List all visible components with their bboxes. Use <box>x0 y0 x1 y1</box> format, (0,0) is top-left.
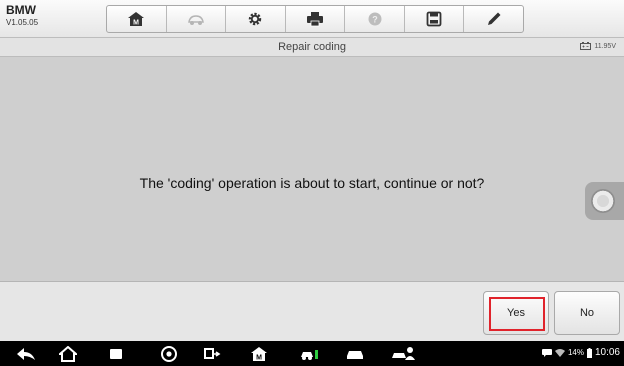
chrome-icon <box>161 345 177 362</box>
vehicle-shortcut[interactable] <box>346 345 364 362</box>
title-bar: Repair coding 11.95V <box>0 38 624 57</box>
svg-text:M: M <box>133 20 139 27</box>
system-nav-bar: M 14% 10:06 <box>0 341 624 366</box>
brand-block: BMW V1.05.05 <box>6 4 38 29</box>
no-button[interactable]: No <box>554 291 620 335</box>
vehicle-swap-icon <box>187 15 204 25</box>
service-shortcut[interactable] <box>300 345 320 362</box>
save-button[interactable] <box>405 6 465 32</box>
help-button[interactable]: ? <box>345 6 405 32</box>
vci-shortcut[interactable] <box>202 345 222 362</box>
toolbar: M ? <box>106 5 524 33</box>
status-tray: 14% 10:06 <box>541 347 620 358</box>
remote-support-icon <box>392 346 415 360</box>
battery-voltage-icon <box>580 42 592 50</box>
software-version: V1.05.05 <box>6 18 39 27</box>
main-content: The 'coding' operation is about to start… <box>0 57 624 281</box>
home-button[interactable]: M <box>107 6 167 32</box>
print-button[interactable] <box>286 6 346 32</box>
top-bar: BMW V1.05.05 M ? <box>0 0 624 38</box>
back-button[interactable] <box>16 345 36 362</box>
vehicle-battery-indicator: 11.95V <box>580 42 616 50</box>
page-title: Repair coding <box>278 41 346 53</box>
home-icon: M <box>128 12 145 27</box>
battery-percent: 14% <box>567 348 584 357</box>
browser-shortcut[interactable] <box>161 345 177 362</box>
settings-button[interactable] <box>226 6 286 32</box>
print-icon <box>307 12 324 27</box>
car-icon <box>347 350 363 359</box>
vci-connect-icon <box>204 347 221 359</box>
back-arrow-icon <box>17 347 35 360</box>
recent-apps-button[interactable] <box>109 345 123 362</box>
svg-text:?: ? <box>372 15 378 25</box>
android-home-button[interactable] <box>59 345 77 362</box>
remote-support-shortcut[interactable] <box>391 345 415 362</box>
vehicle-swap-button[interactable] <box>167 6 227 32</box>
diagnosis-home-icon: M <box>251 346 267 361</box>
wifi-icon <box>554 348 565 357</box>
yes-button[interactable]: Yes <box>483 291 549 335</box>
android-home-icon <box>59 345 77 362</box>
clock: 10:06 <box>594 347 620 358</box>
save-icon <box>426 11 442 27</box>
action-bar: Yes No <box>0 281 624 341</box>
device-battery-icon <box>586 347 592 358</box>
help-icon: ? <box>368 12 382 26</box>
message-icon <box>541 348 552 357</box>
brand-name: BMW <box>6 3 36 17</box>
diagnosis-shortcut[interactable]: M <box>250 345 268 362</box>
confirmation-message: The 'coding' operation is about to start… <box>139 175 485 191</box>
edit-button[interactable] <box>464 6 523 32</box>
floating-assist-button[interactable] <box>585 182 624 220</box>
car-service-icon <box>301 349 318 360</box>
edit-pen-icon <box>487 12 501 25</box>
assistive-touch-icon <box>591 189 615 213</box>
svg-text:M: M <box>256 354 262 361</box>
battery-voltage: 11.95V <box>594 42 616 50</box>
recent-apps-icon <box>110 348 122 359</box>
settings-gear-icon <box>249 12 262 26</box>
